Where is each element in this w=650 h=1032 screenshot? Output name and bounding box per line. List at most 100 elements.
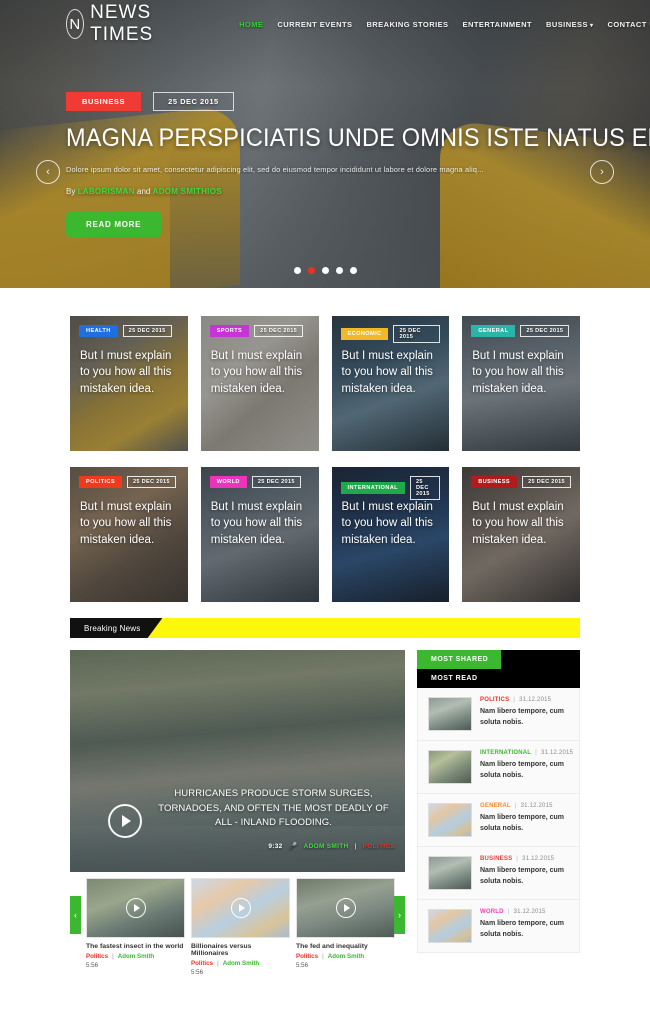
nav-item-home[interactable]: HOME xyxy=(239,20,263,29)
news-card-title[interactable]: But I must explain to you how all this m… xyxy=(211,499,309,548)
news-card-category-badge[interactable]: HEALTH xyxy=(79,325,118,337)
news-card-title[interactable]: But I must explain to you how all this m… xyxy=(211,348,309,397)
video-category[interactable]: POLITICS xyxy=(363,843,395,850)
featured-video[interactable]: HURRICANES PRODUCE STORM SURGES, TORNADO… xyxy=(70,650,405,872)
video-thumbnail-item[interactable]: The fed and inequality Politics | Adom Smit… xyxy=(296,878,395,976)
hero-date-badge: 25 DEC 2015 xyxy=(153,92,234,111)
nav-item-entertainment[interactable]: ENTERTAINMENT xyxy=(463,20,532,29)
sidebar-article-body: POLITICS | 31.12.2015 Nam libero tempore, c… xyxy=(480,697,570,731)
hero-author-1[interactable]: LABORISMAN xyxy=(78,187,135,196)
sidebar-article-date: 31.12.2015 xyxy=(519,697,552,703)
hero-byline: By LABORISMAN and ADOM SMITHIOS xyxy=(66,187,584,196)
sidebar-article-text[interactable]: Nam libero tempore, cum soluta nobis. xyxy=(480,919,570,940)
news-card[interactable]: INTERNATIONAL 25 DEC 2015 But I must expla… xyxy=(331,467,450,602)
news-card-title[interactable]: But I must explain to you how all this m… xyxy=(342,348,440,397)
nav-item-contact-us[interactable]: CONTACT US xyxy=(608,20,650,29)
news-card[interactable]: ECONOMIC 25 DEC 2015 But I must explain to… xyxy=(331,316,450,451)
sidebar-article-thumbnail xyxy=(428,856,472,890)
news-card[interactable]: GENERAL 25 DEC 2015 But I must explain to … xyxy=(462,316,580,451)
news-card-title[interactable]: But I must explain to you how all this m… xyxy=(80,499,178,548)
video-thumbnail-author[interactable]: Adom Smith xyxy=(223,960,259,967)
sidebar-article-text[interactable]: Nam libero tempore, cum soluta nobis. xyxy=(480,866,570,887)
video-thumbnail-item[interactable]: The fastest insect in the world Politics |… xyxy=(86,878,185,976)
sidebar-article-text[interactable]: Nam libero tempore, cum soluta nobis. xyxy=(480,707,570,728)
meta-separator: | xyxy=(513,697,516,703)
news-card[interactable]: WORLD 25 DEC 2015 But I must explain to yo… xyxy=(200,467,319,602)
hero-category-badge[interactable]: BUSINESS xyxy=(66,92,142,111)
site-logo[interactable]: N NEWS TIMES xyxy=(66,2,165,46)
video-thumbnail-author[interactable]: Adom Smith xyxy=(118,953,154,960)
sidebar-article-thumbnail xyxy=(428,697,472,731)
news-card-title[interactable]: But I must explain to you how all this m… xyxy=(472,499,570,548)
sidebar-article-date: 31.12.2015 xyxy=(541,750,574,756)
news-card-header: SPORTS 25 DEC 2015 xyxy=(209,325,310,337)
hero-dot-4[interactable] xyxy=(335,267,343,274)
video-thumbnail-list: The fastest insect in the world Politics |… xyxy=(86,878,395,976)
play-icon[interactable] xyxy=(335,898,356,918)
sidebar-article-date: 31.12.2015 xyxy=(520,803,553,809)
video-thumbnail-category[interactable]: Politics xyxy=(191,960,213,967)
news-card[interactable]: POLITICS 25 DEC 2015 But I must explain to… xyxy=(70,467,188,602)
news-card-category-badge[interactable]: WORLD xyxy=(209,476,247,488)
news-card-date: 25 DEC 2015 xyxy=(522,476,571,488)
video-thumbnail-carousel: ‹ The fastest insect in the world Politic… xyxy=(70,878,405,976)
carousel-next-arrow-icon[interactable]: › xyxy=(394,896,405,934)
news-card-title[interactable]: But I must explain to you how all this m… xyxy=(80,348,178,397)
news-card-category-badge[interactable]: GENERAL xyxy=(471,325,516,337)
video-thumbnail-title[interactable]: The fed and inequality xyxy=(296,943,395,950)
news-card-header: POLITICS 25 DEC 2015 xyxy=(79,476,179,488)
news-card-category-badge[interactable]: ECONOMIC xyxy=(340,328,389,340)
news-card-title[interactable]: But I must explain to you how all this m… xyxy=(342,499,440,548)
sidebar-article-category[interactable]: INTERNATIONAL xyxy=(480,750,531,756)
hero-dot-2[interactable] xyxy=(307,267,315,274)
video-thumbnail-item[interactable]: Billionaires versus Millionaires Politics… xyxy=(191,878,290,976)
sidebar-article-category[interactable]: POLITICS xyxy=(480,697,509,703)
news-card-title[interactable]: But I must explain to you how all this m… xyxy=(472,348,570,397)
card-row-2: POLITICS 25 DEC 2015 But I must explain to… xyxy=(70,467,580,602)
sidebar-tabs: MOST SHARED MOST READ xyxy=(417,650,580,688)
sidebar-article-text[interactable]: Nam libero tempore, cum soluta nobis. xyxy=(480,760,570,781)
hero-dot-5[interactable] xyxy=(349,267,357,274)
video-author[interactable]: ADOM SMITH xyxy=(304,843,349,850)
hero-prev-arrow-icon[interactable]: ‹ xyxy=(36,160,60,184)
news-card-category-badge[interactable]: INTERNATIONAL xyxy=(340,482,405,494)
sidebar-article-item[interactable]: BUSINESS | 31.12.2015 Nam libero tempore, c… xyxy=(418,847,579,900)
news-card-category-badge[interactable]: POLITICS xyxy=(79,476,122,488)
nav-item-current-events[interactable]: CURRENT EVENTS xyxy=(277,20,352,29)
read-more-button[interactable]: READ MORE xyxy=(66,211,162,237)
sidebar-article-text[interactable]: Nam libero tempore, cum soluta nobis. xyxy=(480,813,570,834)
hero-dot-3[interactable] xyxy=(321,267,329,274)
sidebar-article-category[interactable]: GENERAL xyxy=(480,803,511,809)
nav-item-breaking-stories[interactable]: BREAKING STORIES xyxy=(366,20,448,29)
hero-dot-1[interactable] xyxy=(293,267,301,274)
news-card[interactable]: HEALTH 25 DEC 2015 But I must explain to y… xyxy=(70,316,188,451)
news-card[interactable]: BUSINESS 25 DEC 2015 But I must explain to… xyxy=(462,467,580,602)
nav-item-business[interactable]: BUSINESS ▾ xyxy=(546,20,594,29)
video-thumbnail-title[interactable]: Billionaires versus Millionaires xyxy=(191,943,290,957)
sidebar-tab-most-shared[interactable]: MOST SHARED xyxy=(417,650,501,669)
carousel-prev-arrow-icon[interactable]: ‹ xyxy=(70,896,81,934)
hero-next-arrow-icon[interactable]: › xyxy=(590,160,614,184)
sidebar-article-item[interactable]: WORLD | 31.12.2015 Nam libero tempore, cum … xyxy=(418,900,579,952)
video-thumbnail-author[interactable]: Adom Smith xyxy=(328,953,364,960)
sidebar-article-body: BUSINESS | 31.12.2015 Nam libero tempore, c… xyxy=(480,856,570,890)
sidebar-article-category[interactable]: BUSINESS xyxy=(480,856,512,862)
sidebar-article-category[interactable]: WORLD xyxy=(480,909,504,915)
play-icon[interactable] xyxy=(125,898,146,918)
video-thumbnail-title[interactable]: The fastest insect in the world xyxy=(86,943,185,950)
news-card-header: HEALTH 25 DEC 2015 xyxy=(79,325,179,337)
news-card[interactable]: SPORTS 25 DEC 2015 But I must explain to y… xyxy=(200,316,319,451)
video-thumbnail-category[interactable]: Politics xyxy=(296,953,318,960)
sidebar-article-item[interactable]: POLITICS | 31.12.2015 Nam libero tempore, c… xyxy=(418,688,579,741)
sidebar-article-item[interactable]: GENERAL | 31.12.2015 Nam libero tempore, cu… xyxy=(418,794,579,847)
news-card-header: INTERNATIONAL 25 DEC 2015 xyxy=(340,476,441,500)
news-card-category-badge[interactable]: SPORTS xyxy=(209,325,250,337)
video-thumbnail-category[interactable]: Politics xyxy=(86,953,108,960)
play-icon[interactable] xyxy=(108,804,142,838)
sidebar-article-item[interactable]: INTERNATIONAL | 31.12.2015 Nam libero tempo… xyxy=(418,741,579,794)
hero-author-2[interactable]: ADOM SMITHIOS xyxy=(153,187,222,196)
hero-headline[interactable]: MAGNA PERSPICIATIS UNDE OMNIS ISTE NATUS… xyxy=(66,124,650,153)
sidebar-tab-most-read[interactable]: MOST READ xyxy=(417,669,580,688)
play-icon[interactable] xyxy=(230,898,251,918)
news-card-category-badge[interactable]: BUSINESS xyxy=(471,476,518,488)
